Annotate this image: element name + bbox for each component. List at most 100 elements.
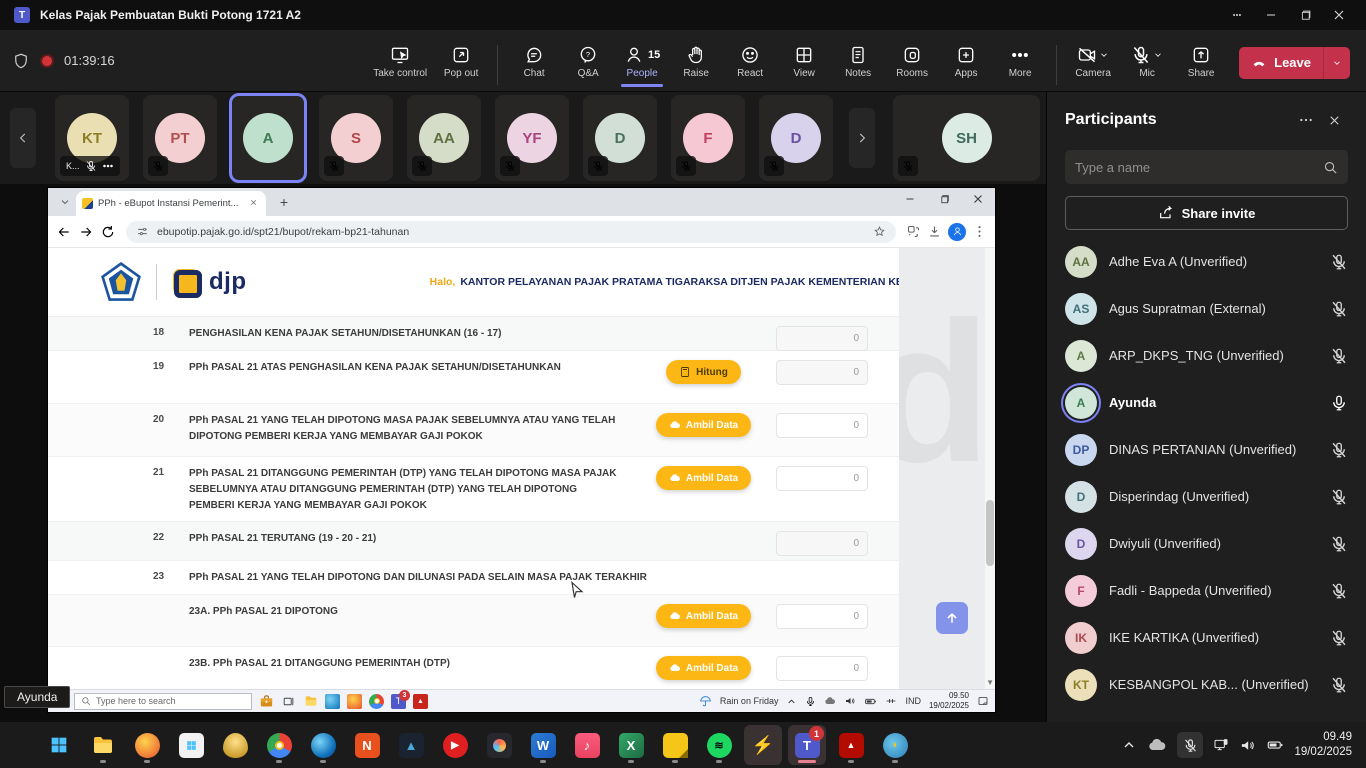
scroll-to-top-button[interactable] [936, 602, 968, 634]
browser-close-button[interactable] [961, 188, 995, 210]
browser-minimize-button[interactable] [893, 188, 927, 210]
amount-input-22[interactable] [776, 531, 868, 556]
mic-muted-icon[interactable] [1330, 629, 1348, 647]
shared-edge-icon[interactable] [325, 693, 340, 709]
participant-search-input[interactable] [1075, 159, 1323, 175]
rooms-button[interactable]: Rooms [886, 43, 938, 81]
window-maximize-button[interactable] [1288, 1, 1322, 29]
tray-onedrive-icon[interactable] [824, 695, 836, 707]
view-button[interactable]: View [778, 43, 830, 81]
ambil-data-button-23a[interactable]: Ambil Data [655, 604, 752, 628]
edge-icon[interactable] [304, 725, 342, 765]
address-bar[interactable]: ebupotip.pajak.go.id/spt21/bupot/rekam-b… [126, 220, 896, 243]
take-control-button[interactable]: Take control [367, 43, 433, 81]
tray-speaker-icon[interactable] [844, 695, 856, 707]
participant-row[interactable]: D Disperindag (Unverified) [1065, 473, 1348, 520]
tile-more-icon[interactable] [102, 160, 114, 172]
chat-button[interactable]: Chat [508, 43, 560, 81]
microsoft-store-icon[interactable] [172, 725, 210, 765]
mic-muted-icon[interactable] [1330, 582, 1348, 600]
mic-muted-icon[interactable] [1330, 535, 1348, 553]
amount-input-19[interactable] [776, 360, 868, 385]
tray-mic-icon[interactable] [805, 696, 816, 707]
chrome-icon[interactable] [260, 725, 298, 765]
mic-muted-icon[interactable] [1330, 300, 1348, 318]
shared-teams-icon[interactable]: T3 [391, 689, 410, 709]
reload-icon[interactable] [100, 224, 116, 240]
sticky-notes-icon[interactable] [656, 725, 694, 765]
lightning-app-icon[interactable]: ⚡ [744, 725, 782, 765]
leave-button[interactable]: Leave [1239, 46, 1350, 79]
shared-task-view-icon[interactable] [281, 694, 296, 709]
video-tile-speaking[interactable]: A [229, 93, 307, 183]
amount-input-18[interactable] [776, 326, 868, 351]
mic-muted-icon[interactable] [1330, 441, 1348, 459]
mic-on-icon[interactable] [1330, 394, 1348, 412]
tiles-scroll-left-button[interactable] [10, 108, 36, 168]
video-tile[interactable]: D [759, 95, 833, 181]
start-button[interactable] [40, 725, 78, 765]
participants-more-icon[interactable] [1292, 106, 1320, 134]
site-settings-icon[interactable] [136, 225, 149, 238]
affinity-icon[interactable]: ▲ [392, 725, 430, 765]
ambil-data-button-23b[interactable]: Ambil Data [655, 656, 752, 680]
participant-row[interactable]: AA Adhe Eva A (Unverified) [1065, 238, 1348, 285]
forward-icon[interactable] [78, 224, 94, 240]
browser-menu-icon[interactable] [972, 224, 987, 239]
paint-icon[interactable]: ◗ [876, 725, 914, 765]
davinci-resolve-icon[interactable] [480, 725, 518, 765]
video-tile[interactable]: F [671, 95, 745, 181]
raise-hand-button[interactable]: Raise [670, 43, 722, 81]
video-tile[interactable]: S [319, 95, 393, 181]
volume-icon[interactable] [1239, 737, 1256, 754]
notes-button[interactable]: Notes [832, 43, 884, 81]
tiles-scroll-right-button[interactable] [849, 108, 875, 168]
share-invite-button[interactable]: Share invite [1065, 196, 1348, 230]
tab-search-chevron-icon[interactable] [54, 191, 76, 213]
mic-muted-icon[interactable] [1330, 488, 1348, 506]
file-explorer-icon[interactable] [84, 725, 122, 765]
react-button[interactable]: React [724, 43, 776, 81]
amount-input-20[interactable] [776, 413, 868, 438]
leave-options-chevron-icon[interactable] [1324, 58, 1350, 68]
excel-icon[interactable]: X [612, 725, 650, 765]
nitro-pdf-icon[interactable]: N [348, 725, 386, 765]
qa-button[interactable]: Q&A [562, 43, 614, 81]
pop-out-button[interactable]: Pop out [435, 43, 487, 81]
participant-row[interactable]: DP DINAS PERTANIAN (Unverified) [1065, 426, 1348, 473]
amount-input-21[interactable] [776, 466, 868, 491]
tray-plug-icon[interactable] [885, 695, 897, 707]
taskbar-clock[interactable]: 09.49 19/02/2025 [1294, 730, 1352, 760]
new-tab-button[interactable]: + [274, 192, 294, 212]
bookmark-star-icon[interactable] [873, 225, 886, 238]
tray-chevron-up-icon[interactable] [786, 696, 797, 707]
ambil-data-button-21[interactable]: Ambil Data [655, 466, 752, 490]
participant-search[interactable] [1065, 150, 1348, 184]
tray-chevron-up-icon[interactable] [1121, 737, 1137, 753]
titlebar-more-icon[interactable] [1220, 1, 1254, 29]
more-button[interactable]: More [994, 43, 1046, 81]
apps-button[interactable]: Apps [940, 43, 992, 81]
mic-muted-icon[interactable] [1330, 253, 1348, 271]
share-button[interactable]: Share [1175, 43, 1227, 81]
display-connect-icon[interactable] [1213, 737, 1229, 753]
video-tile[interactable]: SH [893, 95, 1040, 181]
shared-briefcase-icon[interactable] [259, 694, 274, 709]
video-tile[interactable]: YF [495, 95, 569, 181]
tab-close-icon[interactable] [247, 198, 260, 210]
hitung-button[interactable]: Hitung [666, 360, 741, 384]
participant-row[interactable]: D Dwiyuli (Unverified) [1065, 520, 1348, 567]
battery-icon[interactable] [1266, 736, 1284, 754]
onedrive-icon[interactable] [1147, 735, 1167, 755]
browser-profile-avatar[interactable] [948, 222, 966, 241]
mic-muted-icon[interactable] [1330, 347, 1348, 365]
shared-firefox-icon[interactable] [347, 693, 362, 709]
participant-row[interactable]: A ARP_DKPS_TNG (Unverified) [1065, 332, 1348, 379]
language-indicator[interactable]: IND [905, 696, 921, 706]
map-pin-icon[interactable] [216, 725, 254, 765]
tab-groups-icon[interactable] [906, 224, 921, 239]
apple-music-icon[interactable]: ♪ [568, 725, 606, 765]
shared-search-box[interactable]: Type here to search [74, 692, 252, 710]
amount-input-23a[interactable] [776, 604, 868, 629]
people-button[interactable]: 15 People [616, 43, 668, 87]
